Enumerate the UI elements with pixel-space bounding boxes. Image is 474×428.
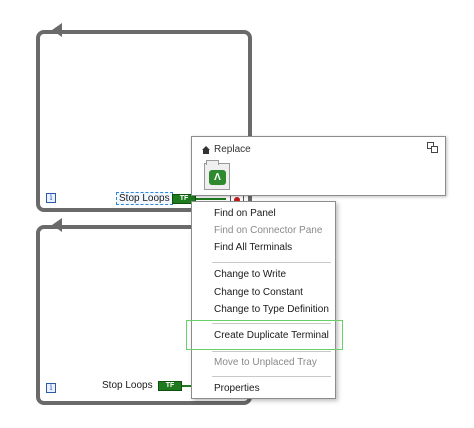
menu-item-change-to-write[interactable]: Change to Write <box>214 269 286 280</box>
menu-item-find-on-panel[interactable]: Find on Panel <box>214 208 276 219</box>
context-menu: Find on Panel Find on Connector Pane Fin… <box>191 201 336 399</box>
stop-loops-boolean-terminal[interactable]: TF <box>158 381 182 391</box>
loop-arrow-icon <box>52 23 62 37</box>
menu-item-change-to-type-definition[interactable]: Change to Type Definition <box>214 304 329 315</box>
stop-loops-label[interactable]: Stop Loops <box>116 192 173 205</box>
home-icon <box>202 146 210 154</box>
replace-palette: Replace Λ <box>191 136 446 196</box>
iteration-terminal-icon[interactable]: i <box>46 383 56 393</box>
palette-header[interactable]: Replace <box>202 144 251 155</box>
menu-item-move-to-unplaced-tray: Move to Unplaced Tray <box>214 357 317 368</box>
menu-item-find-all-terminals[interactable]: Find All Terminals <box>214 242 292 253</box>
loop-arrow-icon <box>52 218 62 232</box>
stop-loops-label[interactable]: Stop Loops <box>102 380 153 391</box>
iteration-terminal-icon[interactable]: i <box>46 193 56 203</box>
highlight-box <box>186 320 343 350</box>
menu-separator <box>212 376 331 377</box>
menu-separator <box>212 262 331 263</box>
boolean-wire[interactable] <box>196 198 226 200</box>
restore-window-icon[interactable] <box>427 142 439 154</box>
palette-header-label: Replace <box>214 144 251 155</box>
boolean-glyph: Λ <box>209 170 226 185</box>
menu-separator <box>212 351 331 352</box>
menu-item-change-to-constant[interactable]: Change to Constant <box>214 287 303 298</box>
menu-item-properties[interactable]: Properties <box>214 383 260 394</box>
menu-item-find-on-connector-pane: Find on Connector Pane <box>214 225 323 236</box>
boolean-constant-icon[interactable]: Λ <box>204 160 230 190</box>
